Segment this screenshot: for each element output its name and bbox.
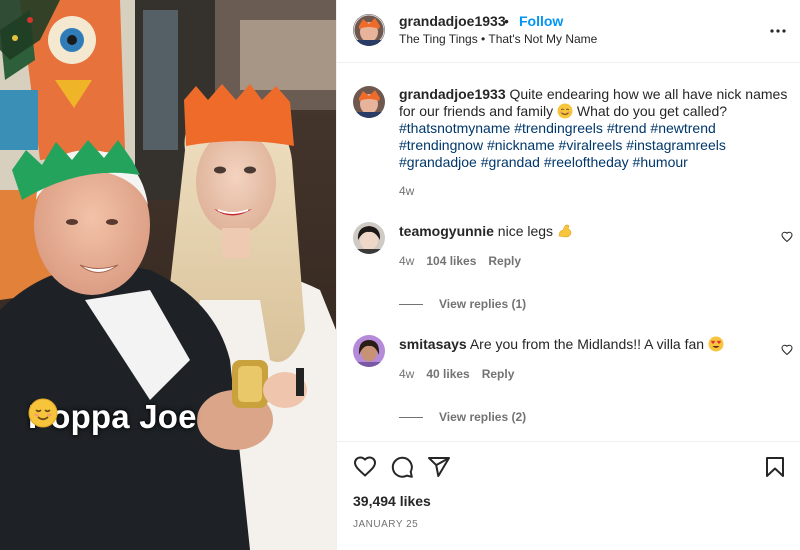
comment-like-heart-icon[interactable]	[781, 231, 793, 243]
comment-username[interactable]: smitasays	[399, 336, 467, 352]
comment-timestamp[interactable]: 4w	[399, 367, 414, 381]
comment-text: nice legs	[493, 223, 557, 239]
comment-likes[interactable]: 104 likes	[426, 254, 476, 268]
caption-username[interactable]: grandadjoe1933	[399, 86, 506, 102]
hashtag-link[interactable]: #newtrend	[650, 120, 715, 136]
replies-divider-line	[399, 303, 423, 305]
author-avatar[interactable]	[353, 14, 385, 46]
post-actions-bar: 39,494 likes JANUARY 25	[337, 441, 800, 550]
post-date[interactable]: JANUARY 25	[353, 519, 418, 530]
comment-text: Are you from the Midlands!! A villa fan	[466, 336, 708, 352]
hashtag-link[interactable]: #humour	[633, 154, 688, 170]
hashtag-link[interactable]: #trendingreels	[514, 120, 603, 136]
flexed-biceps-emoji-icon	[558, 224, 572, 238]
follow-button[interactable]: Follow	[519, 13, 563, 29]
post-header: grandadjoe1933 • Follow The Ting Tings •…	[337, 0, 800, 63]
view-replies-button[interactable]: View replies (1)	[399, 297, 526, 311]
header-separator: •	[504, 13, 509, 29]
hashtag-link[interactable]: #grandad	[481, 154, 540, 170]
comment-like-heart-icon[interactable]	[781, 344, 793, 356]
more-horizontal-icon[interactable]	[769, 22, 787, 40]
view-replies-button[interactable]: View replies (2)	[399, 410, 526, 424]
comment-meta: 4w 40 likes Reply	[399, 367, 514, 381]
heart-eyes-emoji-icon	[708, 336, 724, 352]
caption-author-avatar[interactable]	[353, 86, 385, 118]
commenter-avatar[interactable]	[353, 335, 385, 367]
hashtag-link[interactable]: #grandadjoe	[399, 154, 477, 170]
relieved-face-emoji-icon	[28, 398, 58, 428]
hashtag-link[interactable]: #trend	[607, 120, 647, 136]
audio-track-link[interactable]: The Ting Tings • That's Not My Name	[399, 32, 597, 46]
bookmark-icon[interactable]	[763, 455, 787, 479]
caption-timestamp[interactable]: 4w	[399, 184, 414, 198]
comment-username[interactable]: teamogyunnie	[399, 223, 494, 239]
post-media[interactable]: Poppa Joe	[0, 0, 336, 550]
hashtag-link[interactable]: #thatsnotmyname	[399, 120, 510, 136]
hashtag-link[interactable]: #viralreels	[559, 137, 623, 153]
comment-body: smitasays Are you from the Midlands!! A …	[399, 336, 724, 352]
comment-icon[interactable]	[390, 455, 414, 479]
commenter-avatar[interactable]	[353, 222, 385, 254]
share-icon[interactable]	[427, 455, 451, 479]
replies-divider-line	[399, 416, 423, 418]
likes-count[interactable]: 39,494 likes	[353, 493, 431, 509]
post-side-panel: grandadjoe1933 • Follow The Ting Tings •…	[336, 0, 800, 550]
caption-text-part2: What do you get called?	[572, 103, 728, 119]
hashtag-link[interactable]: #nickname	[487, 137, 555, 153]
hashtag-link[interactable]: #instagramreels	[626, 137, 726, 153]
hashtag-link[interactable]: #trendingnow	[399, 137, 483, 153]
comment-reply-button[interactable]: Reply	[488, 254, 521, 268]
view-replies-label: View replies (2)	[439, 410, 527, 424]
comment-reply-button[interactable]: Reply	[482, 367, 515, 381]
media-overlay-text: Poppa Joe	[28, 398, 197, 436]
instagram-post-view: Poppa Joe grandadjoe1933 • Follow The Ti…	[0, 0, 800, 550]
comment-timestamp[interactable]: 4w	[399, 254, 414, 268]
comment-likes[interactable]: 40 likes	[426, 367, 469, 381]
view-replies-label: View replies (1)	[439, 297, 527, 311]
smiling-face-emoji-icon	[557, 103, 573, 119]
post-caption: grandadjoe1933 Quite endearing how we al…	[399, 86, 789, 171]
comments-section[interactable]: grandadjoe1933 Quite endearing how we al…	[337, 64, 800, 440]
comment-meta: 4w 104 likes Reply	[399, 254, 521, 268]
author-username[interactable]: grandadjoe1933	[399, 13, 506, 29]
heart-icon[interactable]	[353, 455, 377, 479]
comment-body: teamogyunnie nice legs	[399, 223, 573, 239]
hashtag-link[interactable]: #reeloftheday	[544, 154, 629, 170]
post-photo	[0, 0, 336, 550]
